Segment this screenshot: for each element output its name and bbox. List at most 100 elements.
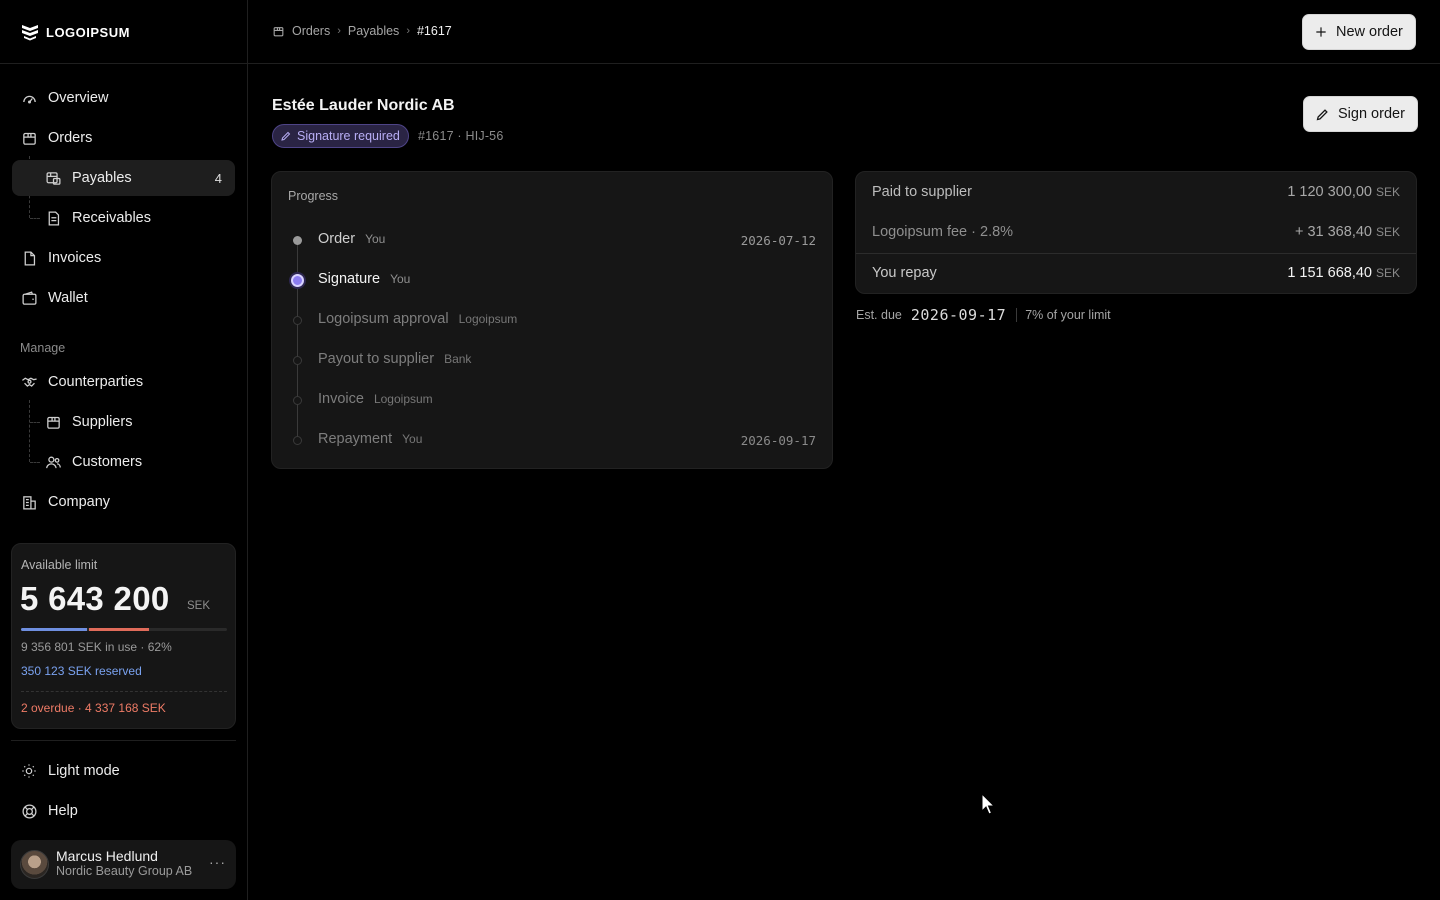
pen-icon [1316, 108, 1328, 120]
limit-bar-reserved [88, 628, 149, 631]
nav-overview-label: Overview [48, 90, 109, 106]
paid-value: 1 120 300,00 SEK [1287, 184, 1400, 200]
step-owner: Logoipsum [373, 392, 433, 406]
payables-icon [44, 169, 62, 187]
new-order-button[interactable]: New order [1302, 14, 1416, 50]
step-owner: Logoipsum [458, 312, 518, 326]
package-icon [273, 26, 284, 36]
paid-amount: 1 120 300,00 [1287, 184, 1372, 200]
currency-label: SEK [1375, 185, 1400, 199]
users-icon [44, 453, 62, 471]
step-name: Order You [318, 231, 385, 247]
available-limit-card[interactable]: Available limit 5 643 200 SEK 9 356 801 … [11, 543, 236, 729]
status-badge: Signature required [272, 124, 409, 148]
file-icon [20, 249, 38, 267]
step-title: Order [318, 231, 356, 247]
step-name: Repayment You [318, 431, 422, 447]
sidebar: LOGOIPSUM Overview Orders Payables 4 Rec… [0, 0, 248, 900]
plus-icon [1316, 27, 1326, 37]
summary-row-repay: You repay 1 151 668,40 SEK [856, 253, 1416, 293]
limit-currency: SEK [187, 600, 211, 612]
step-pending-dot [293, 356, 302, 365]
nav-orders[interactable]: Orders [12, 120, 235, 156]
nav-wallet-label: Wallet [48, 290, 88, 306]
step-done-dot [293, 236, 302, 245]
paid-label: Paid to supplier [872, 184, 972, 200]
breadcrumb: Orders › Payables › #1617 [272, 24, 452, 38]
nav-overview[interactable]: Overview [12, 80, 235, 116]
est-due-label: Est. due [856, 308, 902, 322]
new-order-label: New order [1336, 24, 1403, 40]
user-name: Marcus Hedlund [56, 848, 158, 864]
nav-company-label: Company [48, 494, 111, 510]
divider [1016, 308, 1018, 322]
lifebuoy-icon [20, 802, 38, 820]
handshake-icon [20, 373, 38, 391]
nav-receivables-label: Receivables [72, 210, 151, 226]
nav-company[interactable]: Company [12, 484, 235, 520]
nav-invoices[interactable]: Invoices [12, 240, 235, 276]
topbar: Orders › Payables › #1617 New order [248, 0, 1440, 64]
payment-summary-card: Paid to supplier 1 120 300,00 SEK Logoips… [855, 171, 1417, 294]
step-name: Signature You [318, 271, 410, 287]
logo-text: LOGOIPSUM [46, 24, 130, 40]
breadcrumb-payables[interactable]: Payables [348, 24, 399, 38]
limit-in-use-text: 9 356 801 SEK in use · 62% [21, 640, 172, 654]
manage-section-label: Manage [20, 341, 66, 355]
document-icon [44, 209, 62, 227]
currency-label: SEK [1375, 266, 1400, 280]
nav-receivables[interactable]: Receivables [36, 200, 235, 236]
logo[interactable]: LOGOIPSUM [20, 22, 130, 42]
user-profile-card[interactable]: Marcus Hedlund Nordic Beauty Group AB ··… [11, 840, 236, 889]
breadcrumb-orders[interactable]: Orders [292, 24, 330, 38]
sign-order-button[interactable]: Sign order [1303, 96, 1418, 132]
repay-amount: 1 151 668,40 [1287, 265, 1372, 281]
step-name: Logoipsum approval Logoipsum [318, 311, 517, 327]
progress-step: Invoice Logoipsum [272, 388, 832, 412]
limit-overdue-text[interactable]: 2 overdue · 4 337 168 SEK [21, 701, 166, 715]
chevron-right-icon: › [337, 25, 341, 37]
nav-customers[interactable]: Customers [36, 444, 235, 480]
progress-header: Progress [288, 189, 339, 203]
help-label: Help [48, 803, 78, 819]
nav-counterparties[interactable]: Counterparties [12, 364, 235, 400]
building-icon [20, 493, 38, 511]
nav-suppliers[interactable]: Suppliers [36, 404, 235, 440]
breadcrumb-current: #1617 [416, 24, 452, 38]
progress-card: Progress Order You 2026-07-12 Signature Yo… [271, 171, 833, 469]
pen-icon [281, 131, 291, 141]
light-mode-toggle[interactable]: Light mode [12, 753, 235, 789]
page-title: Estée Lauder Nordic AB [272, 97, 455, 114]
step-name: Payout to supplier Bank [318, 351, 471, 367]
user-organization: Nordic Beauty Group AB [56, 864, 193, 878]
logo-mark-icon [22, 25, 38, 41]
nav-payables[interactable]: Payables 4 [12, 160, 235, 196]
step-title: Logoipsum approval [318, 311, 449, 327]
package-icon [20, 129, 38, 147]
payables-count-badge: 4 [214, 170, 222, 186]
divider [11, 740, 236, 741]
currency-label: SEK [1375, 225, 1400, 239]
step-title: Invoice [318, 391, 364, 407]
sun-icon [20, 762, 38, 780]
fee-amount: + 31 368,40 [1294, 224, 1372, 240]
repay-label: You repay [872, 265, 937, 281]
step-pending-dot [293, 316, 302, 325]
step-name: Invoice Logoipsum [318, 391, 433, 407]
limit-amount: 5 643 200 [20, 580, 170, 617]
repay-value: 1 151 668,40 SEK [1287, 265, 1400, 281]
nav-customers-label: Customers [72, 454, 143, 470]
summary-row-paid: Paid to supplier 1 120 300,00 SEK [856, 172, 1416, 212]
chevron-right-icon: › [406, 25, 410, 37]
estimated-due: Est. due 2026-09-17 7% of your limit [856, 306, 1111, 324]
gauge-icon [20, 89, 38, 107]
wallet-icon [20, 289, 38, 307]
step-owner: You [365, 232, 386, 246]
help-link[interactable]: Help [12, 793, 235, 829]
more-options-icon[interactable]: ··· [209, 854, 226, 870]
summary-row-fee: Logoipsum fee · 2.8% + 31 368,40 SEK [856, 212, 1416, 252]
progress-step: Order You 2026-07-12 [272, 228, 832, 252]
limit-reserved-text: 350 123 SEK reserved [21, 664, 142, 678]
nav-wallet[interactable]: Wallet [12, 280, 235, 316]
status-badge-label: Signature required [297, 129, 400, 143]
